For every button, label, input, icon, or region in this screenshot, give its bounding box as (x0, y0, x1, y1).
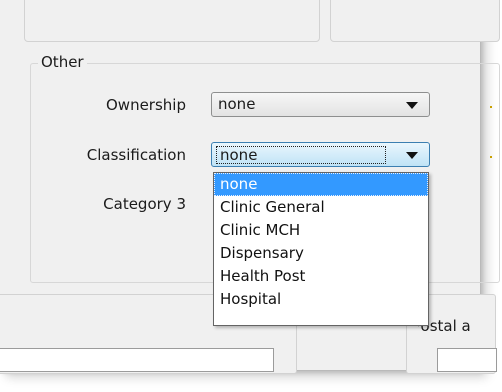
screenshot: Other Ownership none Classification none… (0, 0, 502, 392)
top-left-panel (24, 0, 320, 42)
chevron-down-icon (406, 152, 418, 159)
classification-value: none (216, 146, 386, 164)
ownership-label: Ownership (106, 96, 186, 114)
dropdown-option-none[interactable]: none (214, 173, 428, 196)
top-right-panel (330, 0, 500, 42)
dialog-window: Other Ownership none Classification none… (0, 0, 500, 374)
dropdown-option-health-post[interactable]: Health Post (214, 265, 428, 288)
ownership-select[interactable]: none (211, 92, 430, 117)
ownership-value: none (218, 95, 256, 113)
group-title: Other (38, 52, 87, 72)
category3-label: Category 3 (103, 195, 186, 213)
dropdown-option-dispensary[interactable]: Dispensary (214, 242, 428, 265)
dropdown-option-hospital[interactable]: Hospital (214, 288, 428, 311)
classification-label: Classification (86, 146, 186, 164)
bottom-left-text-input[interactable] (0, 348, 274, 372)
edge-marker (490, 106, 492, 108)
classification-select[interactable]: none (211, 142, 430, 167)
dropdown-option-clinic-general[interactable]: Clinic General (214, 196, 428, 219)
classification-dropdown-list: none Clinic General Clinic MCH Dispensar… (213, 172, 429, 326)
bottom-right-text-input[interactable] (437, 348, 497, 372)
dropdown-option-clinic-mch[interactable]: Clinic MCH (214, 219, 428, 242)
edge-marker (490, 156, 492, 158)
chevron-down-icon (406, 102, 418, 109)
